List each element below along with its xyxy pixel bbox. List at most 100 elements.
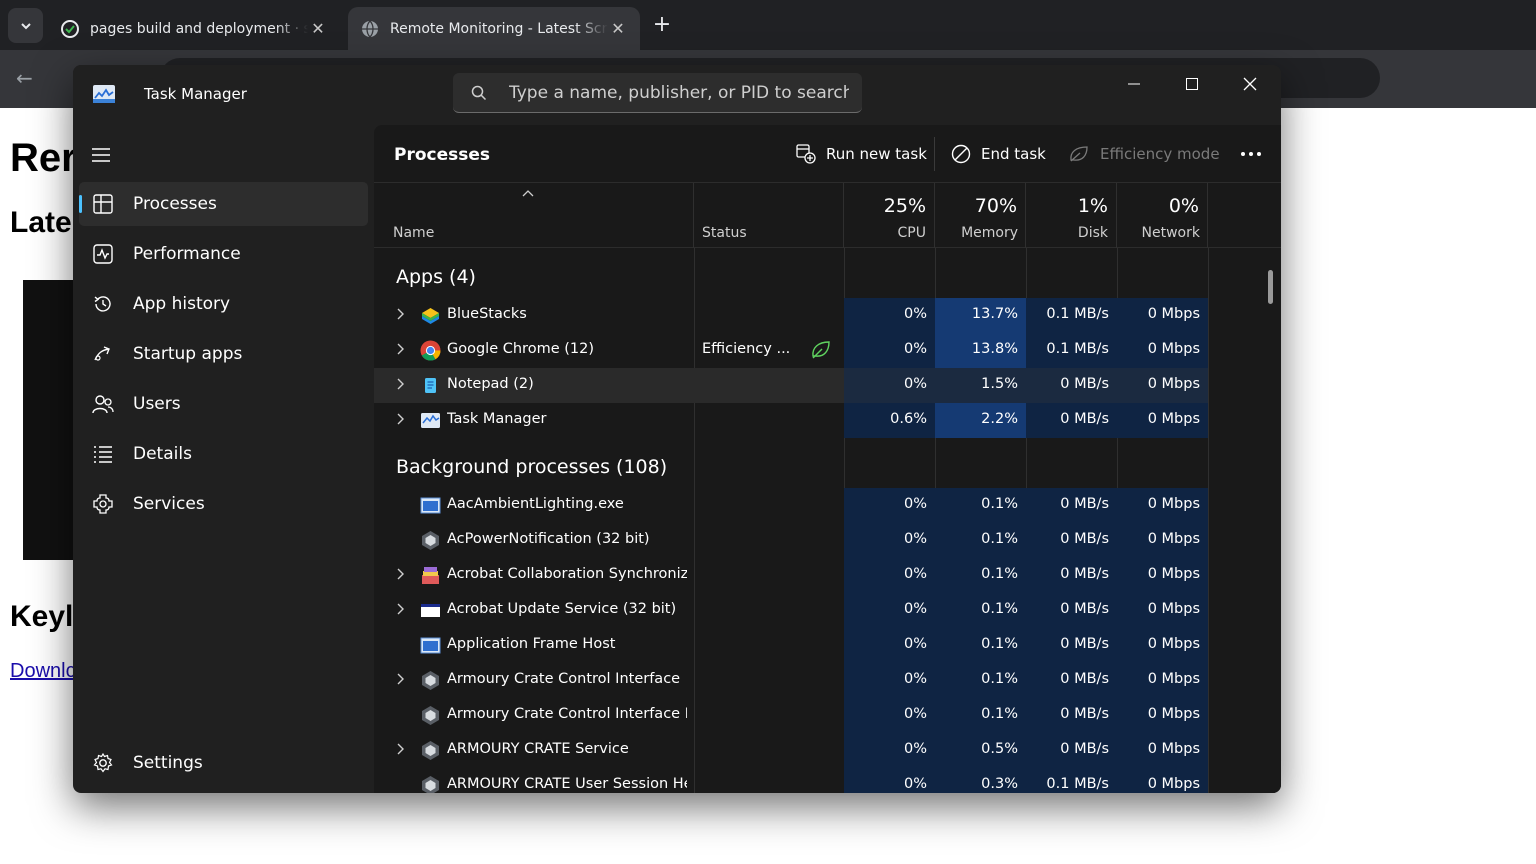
end-task-button[interactable]: End task (951, 141, 1046, 167)
close-tab-icon[interactable]: ✕ (308, 19, 328, 38)
disk-total: 1% (1077, 195, 1108, 217)
back-arrow-icon[interactable]: ← (16, 66, 33, 90)
column-disk[interactable]: 1% Disk (1026, 183, 1117, 248)
close-tab-icon[interactable]: ✕ (608, 19, 628, 38)
service-window-icon (421, 604, 440, 617)
app-title: Task Manager (144, 85, 247, 103)
column-name[interactable]: Name (374, 183, 694, 248)
process-name: Armoury Crate Control Interface M... (447, 706, 687, 722)
browser-tab-remote-monitoring[interactable]: Remote Monitoring - Latest Scr ✕ (348, 7, 640, 50)
more-icon (1241, 152, 1261, 156)
table-row[interactable]: Task Manager 0.6% 2.2% 0 MB/s 0 Mbps (374, 403, 1208, 438)
table-row[interactable]: ARMOURY CRATE Service 0% 0.5% 0 MB/s 0 M… (374, 733, 1208, 768)
column-memory[interactable]: 70% Memory (935, 183, 1026, 248)
memory-total: 70% (974, 195, 1017, 217)
chevron-right-icon[interactable] (396, 672, 406, 686)
cpu-value: 0% (844, 558, 935, 593)
group-header-background: Background processes (108) (396, 456, 668, 478)
sidebar-item-users[interactable]: Users (79, 382, 368, 426)
sidebar-item-settings[interactable]: Settings (79, 741, 368, 785)
memory-value: 0.1% (935, 663, 1026, 698)
chevron-right-icon[interactable] (396, 602, 406, 616)
table-row[interactable]: Acrobat Update Service (32 bit) 0% 0.1% … (374, 593, 1208, 628)
process-name: Armoury Crate Control Interface (447, 671, 681, 687)
task-manager-logo-icon (93, 85, 115, 103)
table-row[interactable]: Notepad (2) 0% 1.5% 0 MB/s 0 Mbps (374, 368, 1208, 403)
notepad-icon (425, 378, 436, 393)
network-value: 0 Mbps (1117, 403, 1208, 438)
more-options-button[interactable] (1240, 141, 1272, 167)
chevron-right-icon[interactable] (396, 742, 406, 756)
minimize-button[interactable] (1105, 65, 1163, 103)
chevron-right-icon[interactable] (396, 412, 406, 426)
memory-value: 13.7% (935, 298, 1026, 333)
table-row[interactable]: Application Frame Host 0% 0.1% 0 MB/s 0 … (374, 628, 1208, 663)
disk-value: 0 MB/s (1026, 698, 1117, 733)
cpu-value: 0% (844, 298, 935, 333)
scrollbar-thumb[interactable] (1268, 270, 1273, 304)
search-input[interactable] (509, 73, 849, 113)
sidebar-item-performance[interactable]: Performance (79, 232, 368, 276)
armoury-icon (422, 671, 439, 690)
run-new-task-label: Run new task (826, 145, 927, 163)
table-row[interactable]: Armoury Crate Control Interface M... 0% … (374, 698, 1208, 733)
chevron-right-icon[interactable] (396, 342, 406, 356)
tab-search-button[interactable] (8, 8, 43, 43)
table-row[interactable]: BlueStacks 0% 13.7% 0.1 MB/s 0 Mbps (374, 298, 1208, 333)
processes-panel: Processes Run new task End task Efficien… (374, 125, 1281, 793)
process-status: Efficiency ... (702, 341, 791, 357)
chevron-right-icon[interactable] (396, 307, 406, 321)
chevron-right-icon[interactable] (396, 377, 406, 391)
minimize-icon (1128, 83, 1140, 85)
maximize-button[interactable] (1163, 65, 1221, 103)
disk-value: 0 MB/s (1026, 628, 1117, 663)
cpu-value: 0% (844, 698, 935, 733)
new-tab-button[interactable]: + (648, 12, 676, 40)
disk-value: 0.1 MB/s (1026, 768, 1117, 793)
performance-icon (93, 244, 113, 264)
column-network[interactable]: 0% Network (1117, 183, 1208, 248)
table-row[interactable]: Armoury Crate Control Interface 0% 0.1% … (374, 663, 1208, 698)
memory-value: 0.1% (935, 488, 1026, 523)
process-name: Task Manager (447, 411, 547, 427)
title-bar: Task Manager (73, 65, 1281, 125)
process-name: BlueStacks (447, 306, 527, 322)
cpu-value: 0% (844, 593, 935, 628)
download-link[interactable]: Downlc (10, 660, 76, 683)
column-cpu[interactable]: 25% CPU (844, 183, 935, 248)
sidebar-item-startup-apps[interactable]: Startup apps (79, 332, 368, 376)
efficiency-mode-button[interactable]: Efficiency mode (1068, 141, 1220, 167)
sidebar-item-label: Startup apps (133, 344, 243, 364)
table-row[interactable]: AacAmbientLighting.exe 0% 0.1% 0 MB/s 0 … (374, 488, 1208, 523)
run-new-task-button[interactable]: Run new task (796, 141, 927, 167)
close-button[interactable] (1221, 65, 1279, 103)
table-row[interactable]: AcPowerNotification (32 bit) 0% 0.1% 0 M… (374, 523, 1208, 558)
memory-value: 0.5% (935, 733, 1026, 768)
table-row[interactable]: ARMOURY CRATE User Session Hel... 0% 0.3… (374, 768, 1208, 793)
disk-value: 0 MB/s (1026, 663, 1117, 698)
network-value: 0 Mbps (1117, 768, 1208, 793)
browser-tab-github[interactable]: pages build and deployment · s ✕ (48, 7, 340, 50)
table-row[interactable]: Acrobat Collaboration Synchroniz... 0% 0… (374, 558, 1208, 593)
sidebar-item-details[interactable]: Details (79, 432, 368, 476)
sidebar-item-services[interactable]: Services (79, 482, 368, 526)
network-value: 0 Mbps (1117, 698, 1208, 733)
sidebar-item-processes[interactable]: Processes (79, 182, 368, 226)
chevron-right-icon[interactable] (396, 567, 406, 581)
sidebar-item-app-history[interactable]: App history (79, 282, 368, 326)
sidebar-item-label: Users (133, 394, 181, 414)
globe-icon (360, 19, 380, 39)
column-status[interactable]: Status (694, 183, 844, 248)
search-box[interactable] (453, 73, 862, 113)
process-name: Acrobat Collaboration Synchroniz... (447, 566, 687, 582)
cpu-label: CPU (897, 225, 926, 241)
cpu-total: 25% (883, 195, 926, 217)
task-manager-icon (421, 413, 440, 428)
process-name: ARMOURY CRATE Service (447, 741, 629, 757)
github-icon (60, 19, 80, 39)
network-value: 0 Mbps (1117, 663, 1208, 698)
memory-value: 1.5% (935, 368, 1026, 403)
hamburger-menu-icon[interactable] (91, 147, 111, 163)
memory-value: 0.1% (935, 558, 1026, 593)
table-row[interactable]: Google Chrome (12) Efficiency ... 0% 13.… (374, 333, 1208, 368)
